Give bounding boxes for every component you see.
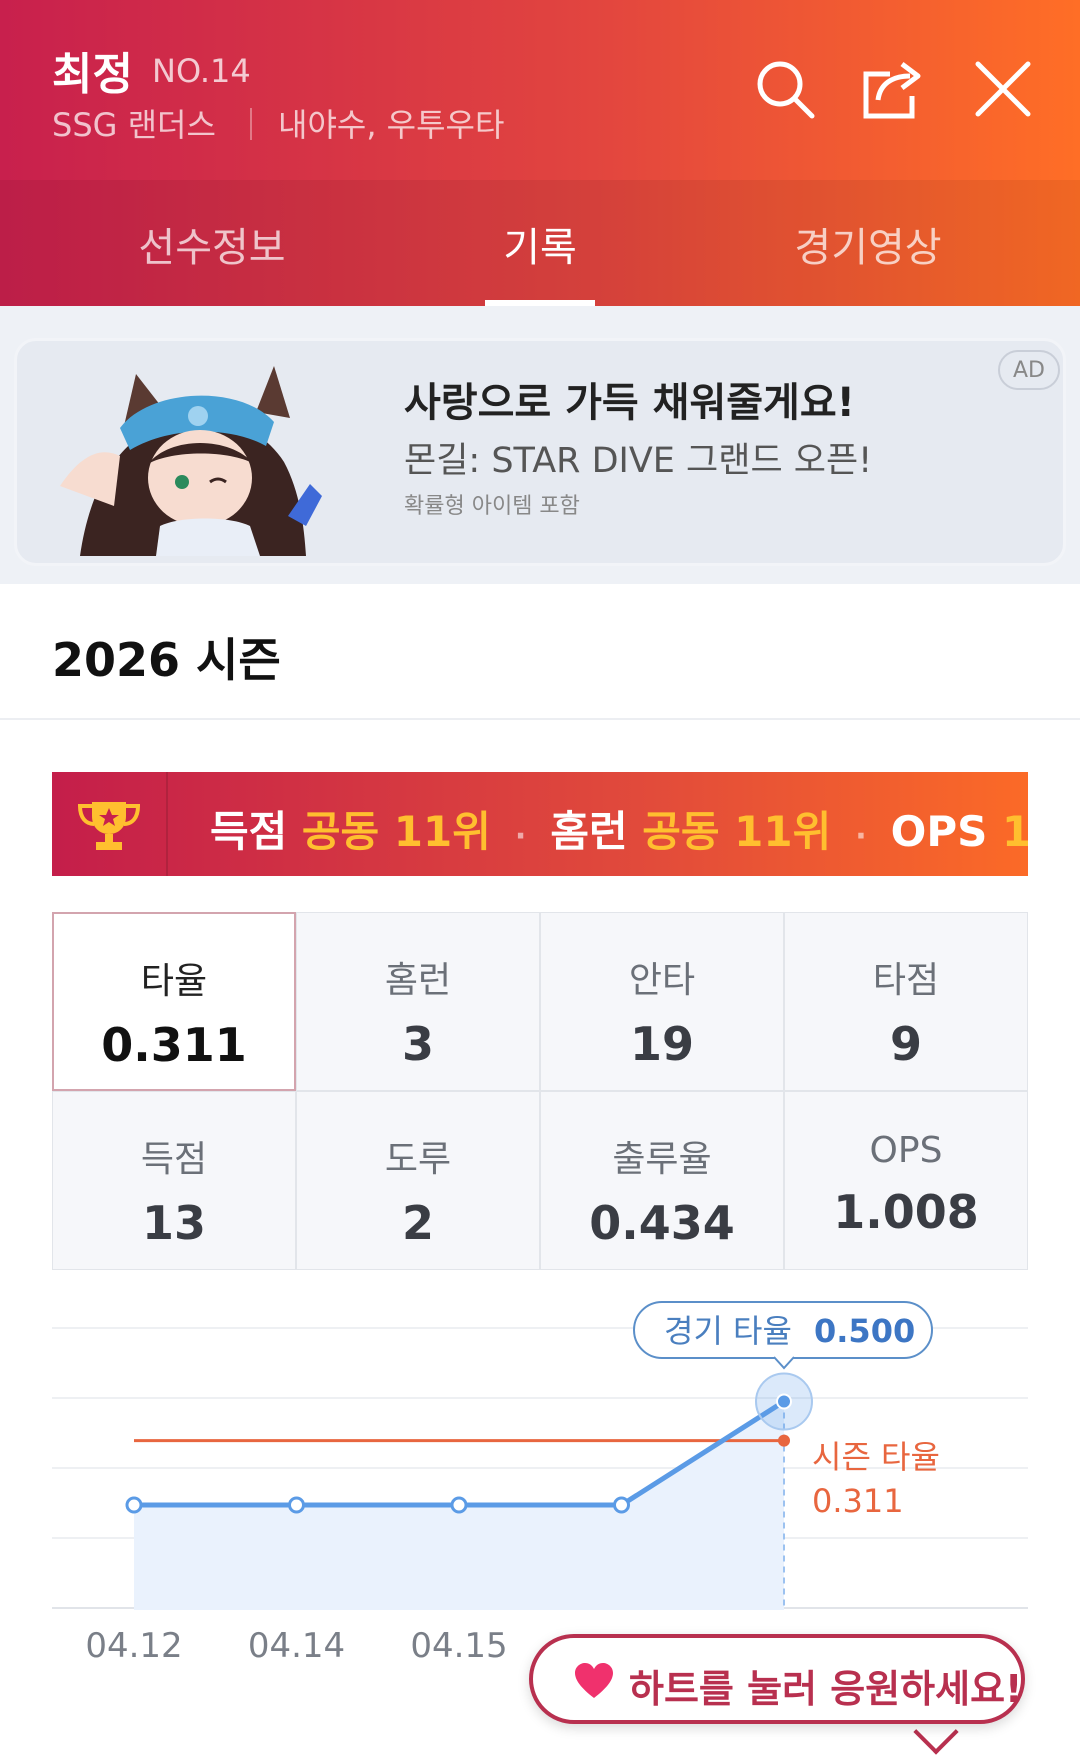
data-point xyxy=(125,1496,143,1514)
stat-label: 안타 xyxy=(628,960,696,1001)
data-point xyxy=(613,1496,630,1514)
stat-label: 도루 xyxy=(384,1139,452,1180)
stat-value: 2 xyxy=(401,1196,434,1250)
stat-batting-avg[interactable]: 타율 0.311 xyxy=(52,912,296,1091)
player-position: 내야수, 우투우타 xyxy=(278,106,505,144)
ad-character-image xyxy=(60,366,322,556)
stat-value: 9 xyxy=(889,1017,922,1071)
team-name: SSG 랜더스 xyxy=(52,106,216,144)
rank-value-ops: 12 xyxy=(1002,807,1028,856)
heart-icon xyxy=(575,1663,613,1698)
x-tick-label: 04.14 xyxy=(248,1626,345,1660)
stat-label: 홈런 xyxy=(384,960,452,1001)
stat-label: 득점 xyxy=(140,1139,208,1180)
rank-separator: · xyxy=(514,819,527,854)
stat-value: 0.434 xyxy=(589,1196,735,1250)
search-icon[interactable] xyxy=(752,56,818,122)
season-avg-label: 시즌 타율 xyxy=(812,1438,940,1476)
x-tick-label: 04.15 xyxy=(410,1626,507,1660)
rank-label-homeruns: 홈런 xyxy=(550,807,628,856)
tooltip-tail xyxy=(773,1356,795,1370)
ad-title: 사랑으로 가득 채워줄게요! xyxy=(404,380,855,426)
tooltip-value: 0.500 xyxy=(814,1312,915,1350)
season-avg-point xyxy=(778,1434,790,1447)
share-icon[interactable] xyxy=(860,56,926,122)
cheer-button[interactable]: 하트를 눌러 응원하세요! xyxy=(529,1634,1025,1724)
section-divider xyxy=(0,718,1080,720)
ad-note: 확률형 아이템 포함 xyxy=(404,494,580,519)
stat-stolen-bases[interactable]: 도루 2 xyxy=(296,1091,540,1270)
rank-label-runs: 득점 xyxy=(210,807,288,856)
cheer-text: 하트를 눌러 응원하세요! xyxy=(629,1667,1023,1711)
stat-label: 출루율 xyxy=(612,1139,712,1180)
tooltip-label: 경기 타율 xyxy=(664,1312,792,1350)
stat-home-runs[interactable]: 홈런 3 xyxy=(296,912,540,1091)
stat-value: 3 xyxy=(401,1017,434,1071)
data-point xyxy=(776,1393,792,1410)
data-point xyxy=(288,1496,305,1514)
stat-value: 19 xyxy=(629,1017,694,1071)
stat-label: 타점 xyxy=(872,960,940,1001)
stat-label: 타율 xyxy=(140,961,208,1002)
tab-player-info[interactable]: 선수정보 xyxy=(82,215,342,273)
ad-badge[interactable]: AD xyxy=(998,350,1060,390)
stat-label: OPS xyxy=(869,1130,943,1171)
stats-grid: 타율 0.311 홈런 3 안타 19 타점 9 득점 13 도루 2 출루율 … xyxy=(52,912,1028,1270)
trophy-box xyxy=(52,772,168,876)
ad-subtitle: 몬길: STAR DIVE 그랜드 오픈! xyxy=(404,441,873,481)
stat-value: 1.008 xyxy=(833,1185,979,1239)
stat-value: 0.311 xyxy=(101,1018,247,1072)
stat-runs[interactable]: 득점 13 xyxy=(52,1091,296,1270)
tab-records[interactable]: 기록 xyxy=(410,215,670,273)
stat-hits[interactable]: 안타 19 xyxy=(540,912,784,1091)
tab-game-video[interactable]: 경기영상 xyxy=(738,215,998,273)
stat-rbi[interactable]: 타점 9 xyxy=(784,912,1028,1091)
rank-separator: · xyxy=(855,819,867,854)
rank-value-homeruns: 공동 11위 xyxy=(642,807,832,856)
batting-avg-chart[interactable]: 경기 타율 0.500 시즌 타율 0.311 04.12 04.14 04.15 xyxy=(0,1280,1080,1660)
ranking-banner[interactable]: 득점 공동 11위 · 홈런 공동 11위 · OPS 12 xyxy=(52,772,1028,876)
ranking-text: 득점 공동 11위 · 홈런 공동 11위 · OPS 12 xyxy=(210,798,1028,859)
rank-value-runs: 공동 11위 xyxy=(301,807,491,856)
player-name: 최정 xyxy=(52,49,133,100)
x-tick-label: 04.12 xyxy=(85,1626,182,1660)
stat-ops[interactable]: OPS 1.008 xyxy=(784,1091,1028,1270)
player-number: NO.14 xyxy=(152,52,251,90)
season-title: 2026 시즌 xyxy=(52,633,281,687)
rank-label-ops: OPS xyxy=(890,807,988,856)
stat-obp[interactable]: 출루율 0.434 xyxy=(540,1091,784,1270)
header-divider xyxy=(250,108,252,140)
data-point xyxy=(450,1496,468,1514)
trophy-icon xyxy=(77,802,141,850)
season-avg-value: 0.311 xyxy=(812,1482,904,1520)
close-icon[interactable] xyxy=(970,56,1036,122)
stat-value: 13 xyxy=(141,1196,206,1250)
